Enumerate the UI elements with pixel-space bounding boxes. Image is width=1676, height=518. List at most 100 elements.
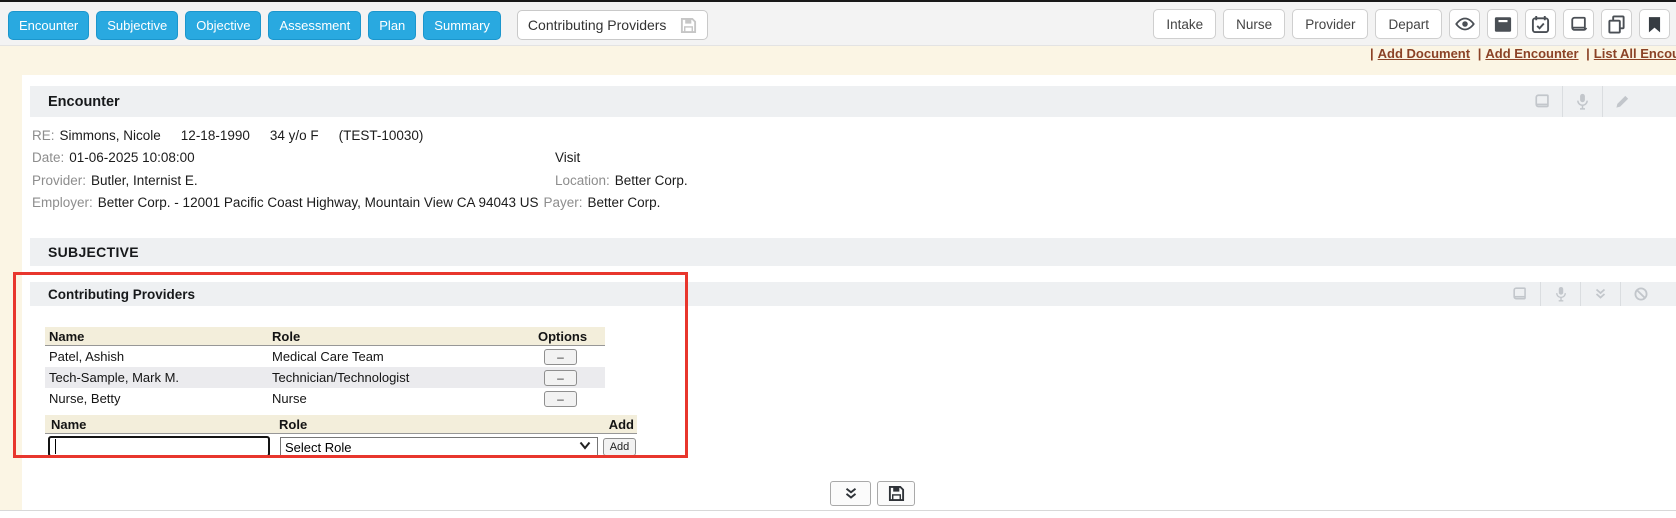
name-column-header: Name (45, 329, 272, 344)
save-icon-disabled (680, 17, 697, 34)
employer-label: Employer: (32, 195, 93, 210)
subjective-section-header: SUBJECTIVE (30, 238, 1676, 266)
encounter-section-title: Encounter (30, 94, 120, 110)
stage-button-group: Intake Nurse Provider Depart (1153, 9, 1670, 39)
encounter-info: RE: Simmons, Nicole 12-18-1990 34 y/o F … (32, 124, 1652, 214)
provider-role: Technician/Technologist (272, 370, 530, 385)
remove-provider-button[interactable]: – (544, 370, 577, 386)
location-label: Location: (555, 173, 610, 188)
intake-button[interactable]: Intake (1153, 9, 1216, 39)
calendar-check-icon-button[interactable] (1525, 9, 1556, 39)
provider-name: Patel, Ashish (45, 349, 272, 364)
table-header-row: Name Role Options (45, 327, 605, 346)
encounter-links-row: |Add Document |Add Encounter |List All E… (1366, 46, 1676, 63)
contributing-providers-section-header: Contributing Providers (30, 282, 1676, 306)
add-encounter-link[interactable]: Add Encounter (1485, 46, 1578, 61)
patient-line: RE: Simmons, Nicole 12-18-1990 34 y/o F … (32, 124, 1652, 147)
book-icon-button[interactable] (1563, 9, 1594, 39)
patient-age-sex: 34 y/o F (270, 128, 319, 143)
add-provider-button[interactable]: Add (603, 438, 636, 456)
nav-plan-button[interactable]: Plan (368, 11, 416, 40)
location-value: Better Corp. (615, 173, 688, 188)
add-provider-table: Name Role Add (45, 415, 637, 434)
employer-line: Employer: Better Corp. - 12001 Pacific C… (32, 192, 1652, 215)
microphone-icon-button[interactable] (1540, 282, 1580, 306)
archive-icon-button[interactable] (1487, 9, 1518, 39)
payer-label: Payer: (544, 195, 583, 210)
nav-summary-button[interactable]: Summary (423, 11, 501, 40)
pencil-icon-button[interactable] (1602, 86, 1642, 117)
patient-name: Simmons, Nicole (60, 128, 161, 143)
provider-name-input[interactable] (48, 436, 270, 457)
provider-name: Nurse, Betty (45, 391, 272, 406)
top-toolbar: Encounter Subjective Objective Assessmen… (0, 2, 1676, 46)
re-label: RE: (32, 128, 55, 143)
table-row: Patel, Ashish Medical Care Team – (45, 346, 605, 367)
bookmark-icon-button[interactable] (1639, 9, 1670, 39)
role-select-wrap: Select Role (280, 437, 598, 458)
calendar-check-icon (1531, 15, 1550, 34)
bookmark-icon (1648, 16, 1661, 33)
ehr-encounter-screen: Encounter Subjective Objective Assessmen… (0, 0, 1676, 518)
remove-provider-button[interactable]: – (544, 349, 577, 365)
visit-type: Visit (555, 150, 580, 165)
archive-icon (1494, 16, 1512, 33)
date-value: 01-06-2025 10:08:00 (69, 150, 194, 165)
pencil-icon (1615, 94, 1630, 109)
contributing-providers-title: Contributing Providers (30, 287, 195, 302)
chevron-double-down-icon (1594, 288, 1607, 300)
cancel-icon-button[interactable] (1620, 282, 1660, 306)
patient-dob: 12-18-1990 (181, 128, 250, 143)
provider-button[interactable]: Provider (1292, 9, 1368, 39)
microphone-icon (1555, 286, 1567, 302)
bottom-strip (0, 511, 1676, 518)
nav-encounter-button[interactable]: Encounter (8, 11, 89, 40)
book-icon-button[interactable] (1522, 86, 1562, 117)
nav-objective-button[interactable]: Objective (185, 11, 261, 40)
eye-icon-button[interactable] (1449, 9, 1480, 39)
options-column-header: Options (530, 329, 605, 344)
role-select[interactable]: Select Role (280, 437, 598, 458)
contributing-providers-table: Name Role Options Patel, Ashish Medical … (45, 327, 605, 409)
microphone-icon (1576, 93, 1589, 110)
encounter-section-header: Encounter (30, 86, 1676, 117)
add-column-header: Add (602, 417, 637, 432)
collapse-chevrons-icon-button[interactable] (1580, 282, 1620, 306)
book-icon (1534, 94, 1551, 109)
table-row: Tech-Sample, Mark M. Technician/Technolo… (45, 367, 605, 388)
contributing-header-icons (1500, 282, 1676, 306)
employer-value: Better Corp. - 12001 Pacific Coast Highw… (98, 195, 539, 210)
depart-button[interactable]: Depart (1375, 9, 1442, 39)
note-title-field[interactable]: Contributing Providers (517, 10, 709, 40)
provider-value: Butler, Internist E. (91, 173, 198, 188)
list-all-encounters-link[interactable]: List All Encounters (1594, 46, 1676, 61)
eye-icon (1454, 17, 1476, 31)
nurse-button[interactable]: Nurse (1223, 9, 1285, 39)
subjective-section-title: SUBJECTIVE (30, 244, 139, 260)
add-document-link[interactable]: Add Document (1378, 46, 1470, 61)
save-icon (888, 485, 905, 502)
provider-name: Tech-Sample, Mark M. (45, 370, 272, 385)
collapse-section-button[interactable] (830, 481, 871, 506)
copy-icon-button[interactable] (1601, 9, 1632, 39)
book-icon (1570, 16, 1588, 33)
save-section-button[interactable] (877, 481, 915, 506)
section-nav-group: Encounter Subjective Objective Assessmen… (8, 10, 708, 40)
remove-provider-button[interactable]: – (544, 391, 577, 407)
cancel-icon (1634, 287, 1648, 301)
note-title-text: Contributing Providers (528, 17, 667, 33)
copy-icon (1607, 15, 1626, 34)
microphone-icon-button[interactable] (1562, 86, 1602, 117)
date-label: Date: (32, 150, 64, 165)
add-header-row: Name Role Add (45, 415, 637, 434)
encounter-header-icons (1522, 86, 1676, 117)
name-column-header: Name (45, 417, 277, 432)
chevron-double-down-icon (844, 487, 858, 500)
nav-subjective-button[interactable]: Subjective (96, 11, 178, 40)
book-icon (1512, 287, 1528, 301)
role-column-header: Role (272, 329, 530, 344)
payer-value: Better Corp. (588, 195, 661, 210)
nav-assessment-button[interactable]: Assessment (268, 11, 361, 40)
role-column-header: Role (277, 417, 602, 432)
book-icon-button[interactable] (1500, 282, 1540, 306)
